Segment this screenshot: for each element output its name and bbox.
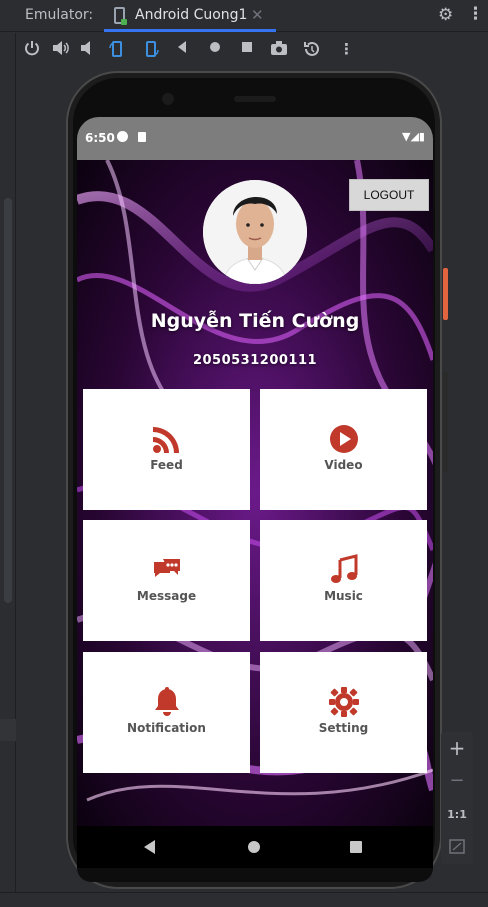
user-name: Nguyễn Tiến Cường: [150, 310, 360, 332]
logout-button[interactable]: LOGOUT: [349, 179, 429, 211]
android-nav-bar: [77, 826, 433, 868]
power-icon[interactable]: [24, 40, 40, 56]
zoom-actual-size-button[interactable]: 1:1: [441, 808, 473, 821]
left-gutter: [0, 33, 16, 907]
overview-icon[interactable]: [240, 40, 254, 54]
ide-status-bar: [0, 892, 488, 907]
gutter-scrollbar[interactable]: [4, 198, 12, 603]
tile-video-label: Video: [324, 458, 363, 472]
user-id: 2050531200111: [192, 353, 318, 368]
tile-feed[interactable]: Feed: [83, 389, 250, 510]
tile-message-label: Message: [136, 589, 197, 603]
settings-gear-icon[interactable]: ⚙: [438, 5, 453, 25]
rotate-left-icon[interactable]: [108, 40, 126, 58]
rotate-right-icon[interactable]: [142, 40, 160, 58]
sd-card-icon: [138, 132, 146, 142]
nav-home-icon[interactable]: [248, 841, 260, 853]
tile-music[interactable]: Music: [260, 520, 427, 641]
device-tab[interactable]: Android Cuong1 ✕: [104, 0, 276, 32]
volume-down-icon[interactable]: [80, 40, 94, 56]
gear-icon: [328, 687, 359, 717]
phone-chin: [77, 868, 433, 882]
tile-notification-label: Notification: [127, 721, 206, 735]
tile-video[interactable]: Video: [260, 389, 427, 510]
play-circle-icon: [329, 425, 358, 453]
gutter-separator: [0, 719, 16, 741]
front-camera: [162, 93, 174, 105]
rss-icon: [152, 427, 179, 453]
tile-setting[interactable]: Setting: [260, 652, 427, 773]
zoom-out-button[interactable]: −: [441, 770, 473, 791]
status-bar: 6:50 ▼◢▮: [77, 117, 433, 160]
emulator-header: Emulator: Android Cuong1 ✕ ⚙ ⋮: [0, 0, 488, 32]
earpiece: [234, 96, 276, 102]
volume-up-icon[interactable]: [52, 40, 70, 56]
avatar: [203, 180, 307, 284]
signal-battery-icons: ▼◢▮: [402, 130, 425, 143]
status-time: 6:50: [85, 131, 115, 145]
notification-icon: [117, 131, 128, 142]
bell-icon: [154, 687, 179, 716]
nav-back-icon[interactable]: [144, 840, 155, 854]
options-more-icon[interactable]: ⋮: [467, 4, 484, 24]
device-icon: [114, 7, 127, 25]
zoom-panel: + − 1:1: [441, 732, 473, 864]
snapshot-icon[interactable]: [303, 40, 321, 58]
phone-screen: 6:50 ▼◢▮ LOGOUT Nguyễn Tiến Cường 205053…: [77, 117, 433, 826]
device-tab-label: Android Cuong1: [135, 7, 248, 23]
tile-notification[interactable]: Notification: [83, 652, 250, 773]
close-tab-icon[interactable]: ✕: [251, 6, 264, 24]
back-icon[interactable]: [176, 40, 188, 54]
music-note-icon: [330, 554, 357, 583]
nav-recents-icon[interactable]: [350, 841, 362, 853]
tile-feed-label: Feed: [150, 458, 183, 472]
fit-screen-icon[interactable]: [441, 838, 473, 856]
tile-music-label: Music: [324, 589, 363, 603]
tile-setting-label: Setting: [318, 721, 369, 735]
emulator-label: Emulator:: [25, 7, 94, 23]
zoom-in-button[interactable]: +: [441, 736, 473, 760]
chat-icon: [153, 559, 180, 577]
volume-rocker[interactable]: [443, 372, 448, 472]
home-icon[interactable]: [208, 40, 222, 54]
emulator-toolbar: ⋮: [0, 33, 488, 67]
screenshot-icon[interactable]: [270, 40, 288, 56]
power-button[interactable]: [443, 268, 448, 320]
user-photo: [203, 180, 307, 284]
more-icon[interactable]: ⋮: [339, 40, 354, 58]
tile-message[interactable]: Message: [83, 520, 250, 641]
